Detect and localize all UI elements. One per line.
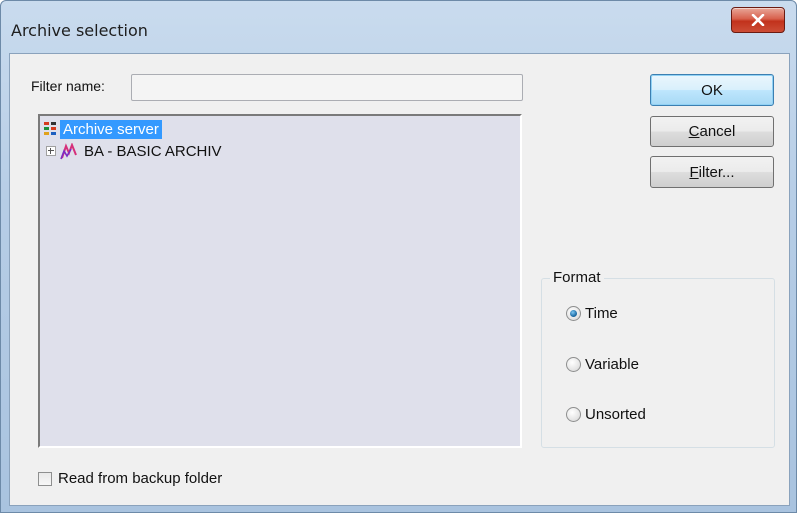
cancel-button-label: ancel xyxy=(699,123,736,140)
radio-button-checked[interactable] xyxy=(566,306,581,321)
close-icon xyxy=(751,14,765,26)
read-from-backup-checkbox[interactable] xyxy=(38,471,52,486)
dialog-window: Archive selection Filter name: Archive s… xyxy=(0,0,797,513)
filter-name-input[interactable] xyxy=(131,74,523,101)
radio-time-label: Time xyxy=(585,305,618,322)
read-from-backup-label: Read from backup folder xyxy=(58,470,223,487)
dialog-client-area: Filter name: Archive server BA - BASIC A… xyxy=(9,53,790,506)
radio-variable[interactable]: Variable xyxy=(566,356,639,373)
radio-time[interactable]: Time xyxy=(566,305,618,322)
format-legend: Format xyxy=(550,269,604,286)
archive-tree[interactable]: Archive server BA - BASIC ARCHIV xyxy=(38,114,522,448)
radio-unsorted[interactable]: Unsorted xyxy=(566,406,646,423)
cancel-button[interactable]: Cancel xyxy=(650,116,774,147)
tree-item-label: Archive server xyxy=(60,119,162,139)
archive-server-icon xyxy=(44,122,56,135)
window-title: Archive selection xyxy=(11,21,148,40)
radio-button[interactable] xyxy=(566,357,581,372)
ok-button[interactable]: OK xyxy=(650,74,774,106)
archive-icon xyxy=(60,142,77,159)
filter-name-label: Filter name: xyxy=(31,78,105,94)
cancel-accelerator: C xyxy=(688,123,700,140)
radio-unsorted-label: Unsorted xyxy=(585,406,646,423)
tree-item-label: BA - BASIC ARCHIV xyxy=(84,142,222,160)
format-group: Format Time Variable Unsorted xyxy=(541,269,775,448)
radio-button[interactable] xyxy=(566,407,581,422)
filter-button-label: ilter... xyxy=(698,163,735,181)
expand-plus-icon[interactable] xyxy=(46,146,56,156)
tree-item-basic-archiv[interactable]: BA - BASIC ARCHIV xyxy=(46,141,222,161)
read-from-backup-option[interactable]: Read from backup folder xyxy=(38,470,222,487)
title-bar[interactable]: Archive selection xyxy=(1,1,797,53)
ok-button-label: OK xyxy=(701,81,723,99)
close-button[interactable] xyxy=(731,7,785,33)
radio-variable-label: Variable xyxy=(585,356,639,373)
filter-button[interactable]: Filter... xyxy=(650,156,774,188)
tree-item-archive-server[interactable]: Archive server xyxy=(43,119,162,139)
filter-accelerator: F xyxy=(689,163,699,181)
